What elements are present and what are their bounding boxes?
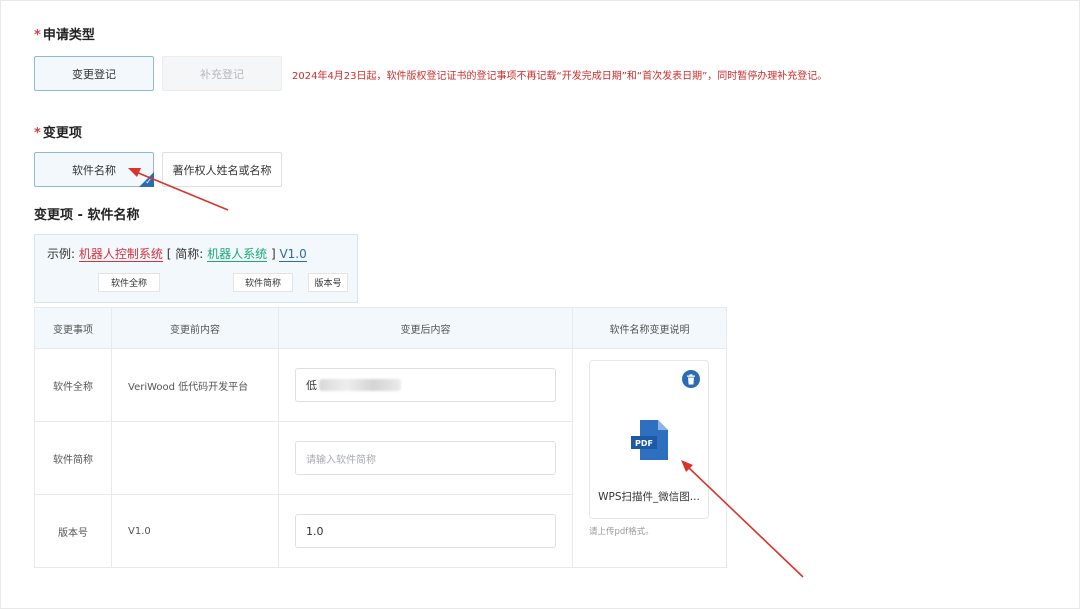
- check-icon: ✓: [145, 177, 152, 186]
- example-tag-short-name: 软件简称: [233, 273, 293, 292]
- change-registration-button[interactable]: 变更登记: [34, 56, 154, 91]
- registration-notice: 2024年4月23日起，软件版权登记证书的登记事项不再记载“开发完成日期”和“首…: [292, 71, 828, 82]
- table-header-row: 变更事项 变更前内容 变更后内容 软件名称变更说明: [34, 307, 727, 349]
- supplementary-registration-button[interactable]: 补充登记: [162, 56, 282, 91]
- short-name-input[interactable]: 请输入软件简称: [295, 441, 556, 475]
- column-header: 变更事项: [34, 307, 112, 349]
- upload-hint: 请上传pdf格式。: [589, 527, 654, 537]
- column-header: 变更前内容: [111, 307, 279, 349]
- row-item: 软件全称: [34, 348, 112, 422]
- row-before: [111, 421, 279, 495]
- change-items-label: * 变更项: [34, 126, 82, 141]
- example-tag-full-name: 软件全称: [98, 273, 160, 292]
- uploaded-file-card[interactable]: PDF WPS扫描件_微信图...: [589, 360, 709, 519]
- uploaded-file-name: WPS扫描件_微信图...: [598, 491, 700, 503]
- trash-icon[interactable]: [682, 370, 700, 388]
- example-short-name: 机器人系统: [207, 247, 268, 262]
- software-name-option[interactable]: 软件名称 ✓: [34, 152, 154, 187]
- row-item: 版本号: [34, 494, 112, 568]
- example-tag-version: 版本号: [308, 273, 348, 292]
- copyright-owner-option[interactable]: 著作权人姓名或名称: [162, 152, 282, 187]
- apply-type-label: * 申请类型: [34, 28, 95, 43]
- redacted-text: [319, 379, 401, 391]
- example-full-name: 机器人控制系统: [78, 247, 163, 262]
- section-title: 变更项 - 软件名称: [34, 208, 140, 223]
- example-version: V1.0: [279, 247, 307, 262]
- column-header: 变更后内容: [278, 307, 573, 349]
- row-item: 软件简称: [34, 421, 112, 495]
- column-header: 软件名称变更说明: [572, 307, 727, 349]
- version-input[interactable]: 1.0: [295, 514, 556, 548]
- full-name-input[interactable]: 低: [295, 368, 556, 402]
- example-line: 示例: 机器人控制系统 [ 简称: 机器人系统 ] V1.0: [47, 247, 307, 262]
- software-name-example: 示例: 机器人控制系统 [ 简称: 机器人系统 ] V1.0 软件全称 软件简称…: [34, 234, 358, 303]
- row-before: VeriWood 低代码开发平台: [111, 348, 279, 422]
- pdf-file-icon: PDF: [631, 420, 668, 460]
- svg-text:PDF: PDF: [635, 439, 653, 448]
- row-before: V1.0: [111, 494, 279, 568]
